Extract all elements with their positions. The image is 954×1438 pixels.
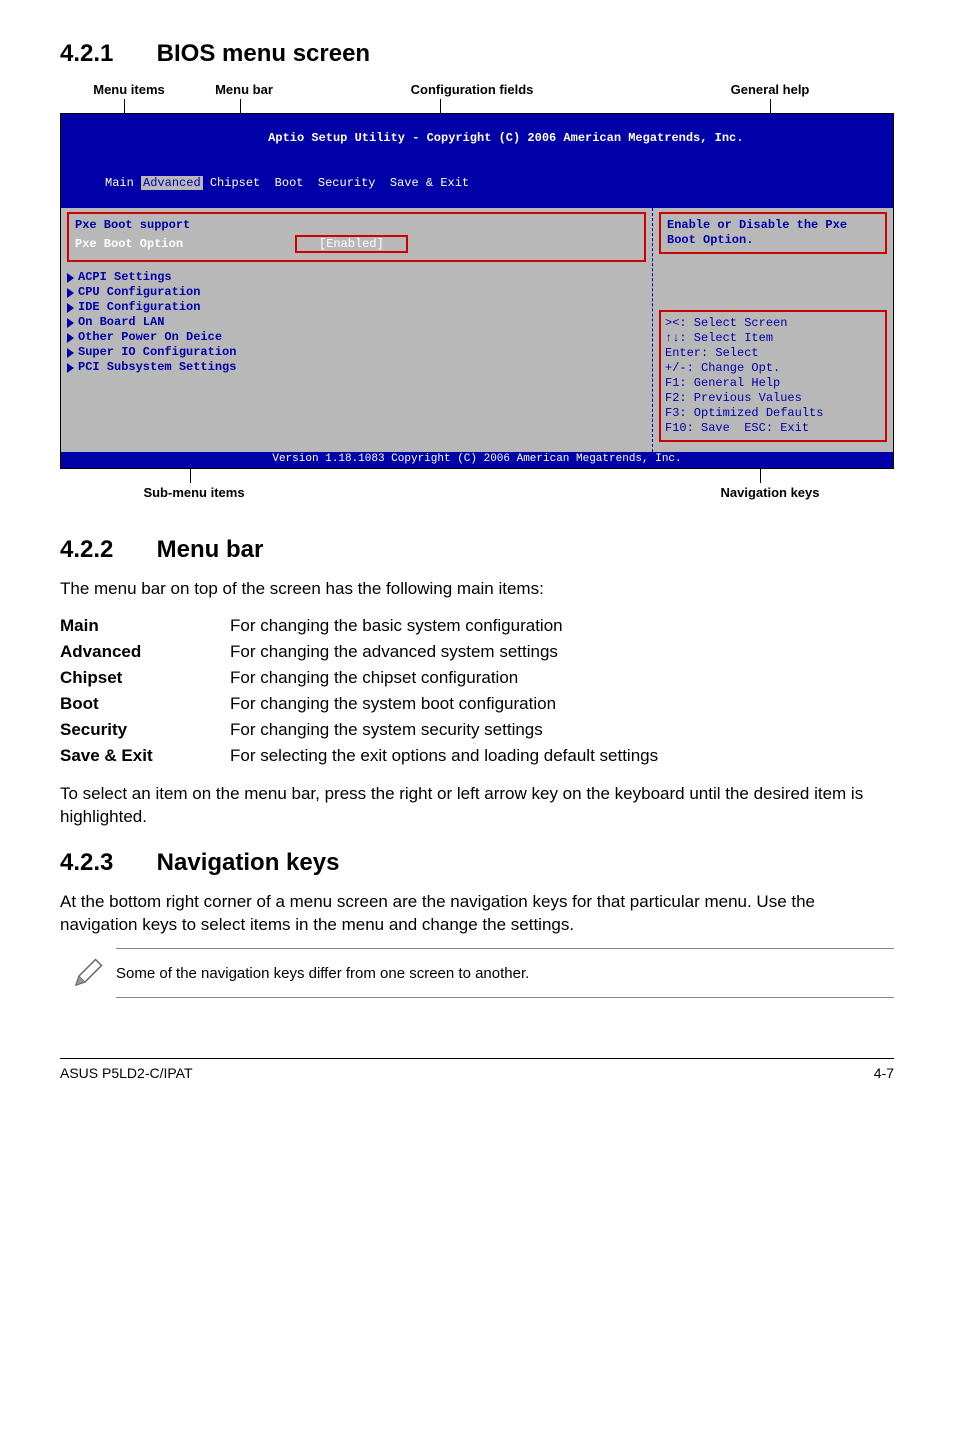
annot-config-fields: Configuration fields	[294, 82, 650, 97]
annotation-labels-top: Menu items Menu bar Configuration fields…	[60, 82, 894, 97]
section-number: 4.2.3	[60, 849, 150, 877]
section-title-text: Navigation keys	[157, 849, 340, 876]
section-4-2-3-heading: 4.2.3 Navigation keys	[60, 849, 894, 877]
table-row: Save & ExitFor selecting the exit option…	[60, 743, 658, 769]
bios-tab-save-exit[interactable]: Save & Exit	[390, 176, 469, 190]
menu-bar-intro: The menu bar on top of the screen has th…	[60, 578, 894, 601]
note-block: Some of the navigation keys differ from …	[60, 948, 894, 998]
submenu-arrow-icon	[67, 333, 74, 343]
submenu-item[interactable]: ACPI Settings	[67, 270, 646, 285]
annotation-lines-bottom	[60, 469, 894, 483]
submenu-item[interactable]: PCI Subsystem Settings	[67, 360, 646, 375]
bios-footer: Version 1.18.1083 Copyright (C) 2006 Ame…	[61, 452, 893, 468]
annot-sub-menu: Sub-menu items	[64, 485, 324, 500]
annot-general-help: General help	[650, 82, 890, 97]
pxe-option-value[interactable]: [Enabled]	[295, 235, 408, 253]
bios-tab-advanced[interactable]: Advanced	[141, 176, 203, 190]
section-number: 4.2.2	[60, 536, 150, 564]
bios-header: Aptio Setup Utility - Copyright (C) 2006…	[61, 114, 893, 161]
table-row: BootFor changing the system boot configu…	[60, 691, 658, 717]
bios-right-pane: Enable or Disable the Pxe Boot Option. >…	[653, 208, 893, 452]
footer-left: ASUS P5LD2-C/IPAT	[60, 1065, 193, 1081]
pxe-boot-box: Pxe Boot support Pxe Boot Option [Enable…	[67, 212, 646, 262]
annot-menu-items: Menu items	[64, 82, 194, 97]
section-number: 4.2.1	[60, 40, 150, 68]
submenu-item[interactable]: On Board LAN	[67, 315, 646, 330]
bios-tab-main[interactable]: Main	[105, 176, 134, 190]
pencil-note-icon	[60, 955, 116, 991]
general-help-box: Enable or Disable the Pxe Boot Option.	[659, 212, 887, 254]
table-row: AdvancedFor changing the advanced system…	[60, 639, 658, 665]
navigation-keys-text: ><: Select Screen ↑↓: Select Item Enter:…	[665, 316, 881, 436]
submenu-arrow-icon	[67, 318, 74, 328]
submenu-item[interactable]: Other Power On Deice	[67, 330, 646, 345]
note-text: Some of the navigation keys differ from …	[116, 965, 894, 982]
submenu-arrow-icon	[67, 363, 74, 373]
submenu-item[interactable]: IDE Configuration	[67, 300, 646, 315]
submenu-item[interactable]: Super IO Configuration	[67, 345, 646, 360]
page-footer: ASUS P5LD2-C/IPAT 4-7	[60, 1058, 894, 1081]
general-help-text: Enable or Disable the Pxe Boot Option.	[667, 218, 879, 248]
bios-body: Pxe Boot support Pxe Boot Option [Enable…	[61, 208, 893, 452]
bios-submenu-list: ACPI Settings CPU Configuration IDE Conf…	[67, 270, 646, 375]
annot-nav-keys: Navigation keys	[650, 485, 890, 500]
table-row: ChipsetFor changing the chipset configur…	[60, 665, 658, 691]
bios-screenshot: Aptio Setup Utility - Copyright (C) 2006…	[60, 113, 894, 469]
table-row: MainFor changing the basic system config…	[60, 613, 658, 639]
section-4-2-1-heading: 4.2.1 BIOS menu screen	[60, 40, 894, 68]
bios-tab-security[interactable]: Security	[318, 176, 376, 190]
bios-left-pane: Pxe Boot support Pxe Boot Option [Enable…	[61, 208, 653, 452]
section-title-text: Menu bar	[157, 536, 264, 563]
section-4-2-2-heading: 4.2.2 Menu bar	[60, 536, 894, 564]
section-title-text: BIOS menu screen	[157, 40, 370, 67]
pxe-option-label[interactable]: Pxe Boot Option	[75, 237, 255, 252]
menu-bar-outro: To select an item on the menu bar, press…	[60, 783, 894, 829]
bios-tab-bar: Main Advanced Chipset Boot Security Save…	[61, 161, 893, 208]
annotation-labels-bottom: Sub-menu items Navigation keys	[60, 485, 894, 500]
table-row: SecurityFor changing the system security…	[60, 717, 658, 743]
submenu-arrow-icon	[67, 288, 74, 298]
annotation-lines-top	[60, 99, 894, 113]
bios-tab-boot[interactable]: Boot	[275, 176, 304, 190]
submenu-arrow-icon	[67, 303, 74, 313]
bios-tab-chipset[interactable]: Chipset	[210, 176, 260, 190]
menu-bar-table: MainFor changing the basic system config…	[60, 613, 658, 769]
submenu-arrow-icon	[67, 348, 74, 358]
annot-menu-bar: Menu bar	[194, 82, 294, 97]
nav-keys-paragraph: At the bottom right corner of a menu scr…	[60, 891, 894, 937]
footer-right: 4-7	[874, 1065, 894, 1081]
submenu-item[interactable]: CPU Configuration	[67, 285, 646, 300]
navigation-keys-box: ><: Select Screen ↑↓: Select Item Enter:…	[659, 310, 887, 442]
pxe-support-label: Pxe Boot support	[75, 218, 255, 233]
submenu-arrow-icon	[67, 273, 74, 283]
